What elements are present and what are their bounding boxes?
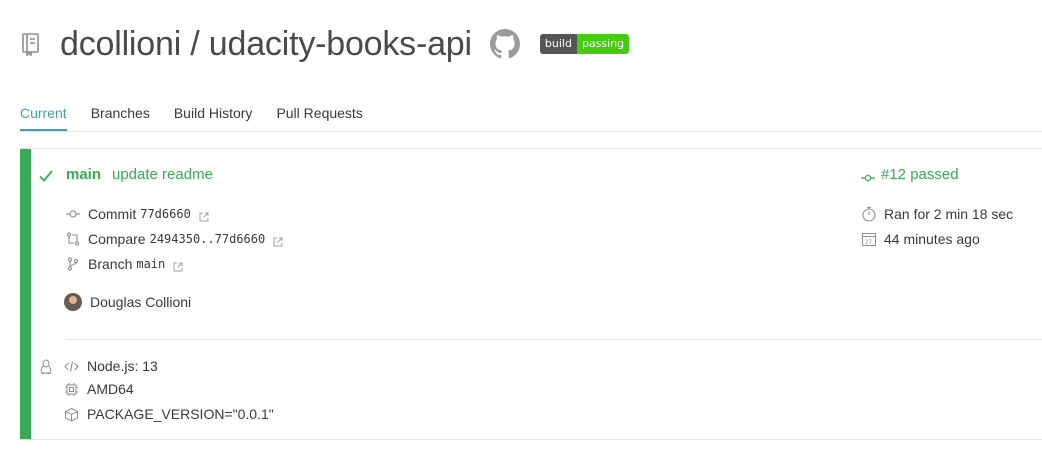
tab-pull-requests[interactable]: Pull Requests <box>276 103 362 131</box>
code-icon <box>64 359 79 374</box>
repo-tabs: Current Branches Build History Pull Requ… <box>20 103 387 131</box>
author-row: Douglas Collioni <box>64 293 191 311</box>
badge-status: passing <box>576 34 630 54</box>
github-icon[interactable] <box>489 29 520 59</box>
compare-icon <box>66 232 80 246</box>
branch-icon <box>66 257 80 271</box>
repo-header: dcollioni / udacity-books-api build pass… <box>20 24 630 64</box>
branch-row: Branch main <box>66 256 183 272</box>
compare-range[interactable]: 2494350..77d6660 <box>150 232 266 246</box>
stopwatch-icon <box>861 206 877 222</box>
commit-message[interactable]: update readme <box>112 166 213 183</box>
build-status-badge[interactable]: build passing <box>539 34 630 54</box>
external-link-icon[interactable] <box>173 259 183 272</box>
build-branch-name[interactable]: main <box>66 166 101 183</box>
external-link-icon[interactable] <box>199 209 209 222</box>
tab-build-history[interactable]: Build History <box>174 103 253 131</box>
repo-icon <box>20 32 42 57</box>
finished-row: 27 44 minutes ago <box>861 231 980 247</box>
finished-text: 44 minutes ago <box>884 231 980 247</box>
duration-row: Ran for 2 min 18 sec <box>861 206 1013 222</box>
check-icon <box>38 168 54 184</box>
linux-icon <box>39 359 53 375</box>
branch-label: Branch <box>88 256 133 272</box>
build-number[interactable]: #12 passed <box>861 166 959 183</box>
language-row: Node.js: 13 <box>64 358 158 374</box>
commit-label: Commit <box>88 206 137 222</box>
author-name: Douglas Collioni <box>90 294 192 310</box>
package-icon <box>64 407 79 422</box>
svg-text:27: 27 <box>865 240 872 246</box>
branch-value[interactable]: main <box>136 257 165 271</box>
job-divider <box>66 339 1042 340</box>
commit-icon <box>66 207 80 221</box>
cpu-icon <box>64 382 79 397</box>
calendar-icon: 27 <box>861 231 877 247</box>
tab-branches[interactable]: Branches <box>91 103 150 131</box>
tab-current[interactable]: Current <box>20 103 67 131</box>
compare-row: Compare 2494350..77d6660 <box>66 231 283 247</box>
commit-icon <box>861 170 875 181</box>
build-number-label: #12 passed <box>881 166 959 183</box>
commit-sha[interactable]: 77d6660 <box>140 207 191 221</box>
avatar <box>64 293 82 311</box>
arch-row: AMD64 <box>64 381 134 397</box>
language-text: Node.js: 13 <box>87 358 158 374</box>
duration-text: Ran for 2 min 18 sec <box>884 206 1014 222</box>
arch-text: AMD64 <box>87 381 134 397</box>
env-text: PACKAGE_VERSION="0.0.1" <box>87 406 274 422</box>
compare-label: Compare <box>88 231 146 247</box>
repo-title[interactable]: dcollioni / udacity-books-api <box>60 25 472 64</box>
commit-row: Commit 77d6660 <box>66 206 209 222</box>
external-link-icon[interactable] <box>273 234 283 247</box>
badge-label: build <box>539 34 577 54</box>
build-status-bar <box>20 149 31 439</box>
env-row: PACKAGE_VERSION="0.0.1" <box>64 406 274 422</box>
tabs-divider <box>20 131 1042 132</box>
